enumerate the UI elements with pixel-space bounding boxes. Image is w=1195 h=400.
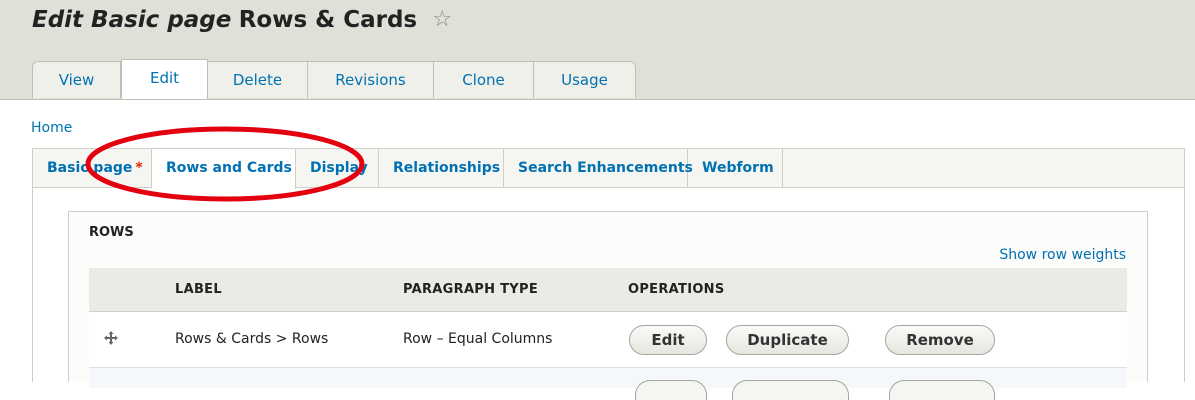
drag-handle-icon[interactable]: [103, 330, 119, 350]
tab-edit[interactable]: Edit: [121, 59, 208, 99]
edit-button-partial[interactable]: [635, 380, 707, 400]
required-marker: *: [135, 160, 143, 176]
tab-basic-page[interactable]: Basic page *: [33, 149, 152, 187]
page-title-action: Edit Basic page: [32, 7, 232, 33]
table-row: Rows & Cards > Rows Row – Equal Columns …: [89, 312, 1127, 368]
tab-revisions[interactable]: Revisions: [308, 61, 434, 98]
breadcrumb: Home: [31, 120, 72, 136]
primary-tabs: View Edit Delete Revisions Clone Usage: [32, 59, 636, 100]
tab-basic-page-label: Basic page: [47, 160, 133, 176]
tab-clone[interactable]: Clone: [434, 61, 534, 98]
rows-legend: ROWS: [89, 225, 134, 240]
page-header: Edit Basic page Rows & Cards ☆ View Edit…: [0, 0, 1195, 100]
page-title: Edit Basic page Rows & Cards ☆: [32, 4, 452, 36]
tab-view[interactable]: View: [32, 61, 121, 98]
page-title-node: Rows & Cards: [238, 7, 418, 33]
rows-table-header: LABEL PARAGRAPH TYPE OPERATIONS: [89, 268, 1127, 312]
tab-webform[interactable]: Webform: [688, 149, 783, 187]
duplicate-button-partial[interactable]: [732, 380, 849, 400]
remove-button-partial[interactable]: [889, 380, 995, 400]
breadcrumb-home-link[interactable]: Home: [31, 120, 72, 136]
tab-rows-and-cards[interactable]: Rows and Cards: [152, 149, 296, 189]
column-header-label: LABEL: [175, 282, 222, 297]
tab-usage[interactable]: Usage: [534, 61, 636, 98]
tab-delete[interactable]: Delete: [208, 61, 308, 98]
tab-display[interactable]: Display: [296, 149, 379, 187]
remove-button[interactable]: Remove: [885, 325, 995, 355]
row-paragraph-type: Row – Equal Columns: [403, 331, 553, 347]
show-row-weights-link[interactable]: Show row weights: [999, 247, 1126, 263]
column-header-operations: OPERATIONS: [628, 282, 725, 297]
edit-button[interactable]: Edit: [629, 325, 707, 355]
secondary-tabs: Basic page * Rows and Cards Display Relat…: [32, 148, 1185, 189]
row-label: Rows & Cards > Rows: [175, 331, 329, 347]
table-row-partial: [89, 368, 1127, 400]
tab-relationships[interactable]: Relationships: [379, 149, 504, 187]
duplicate-button[interactable]: Duplicate: [726, 325, 849, 355]
column-header-paragraph-type: PARAGRAPH TYPE: [403, 282, 539, 297]
star-icon[interactable]: ☆: [432, 4, 452, 36]
tab-search-enhancements[interactable]: Search Enhancements: [504, 149, 693, 187]
